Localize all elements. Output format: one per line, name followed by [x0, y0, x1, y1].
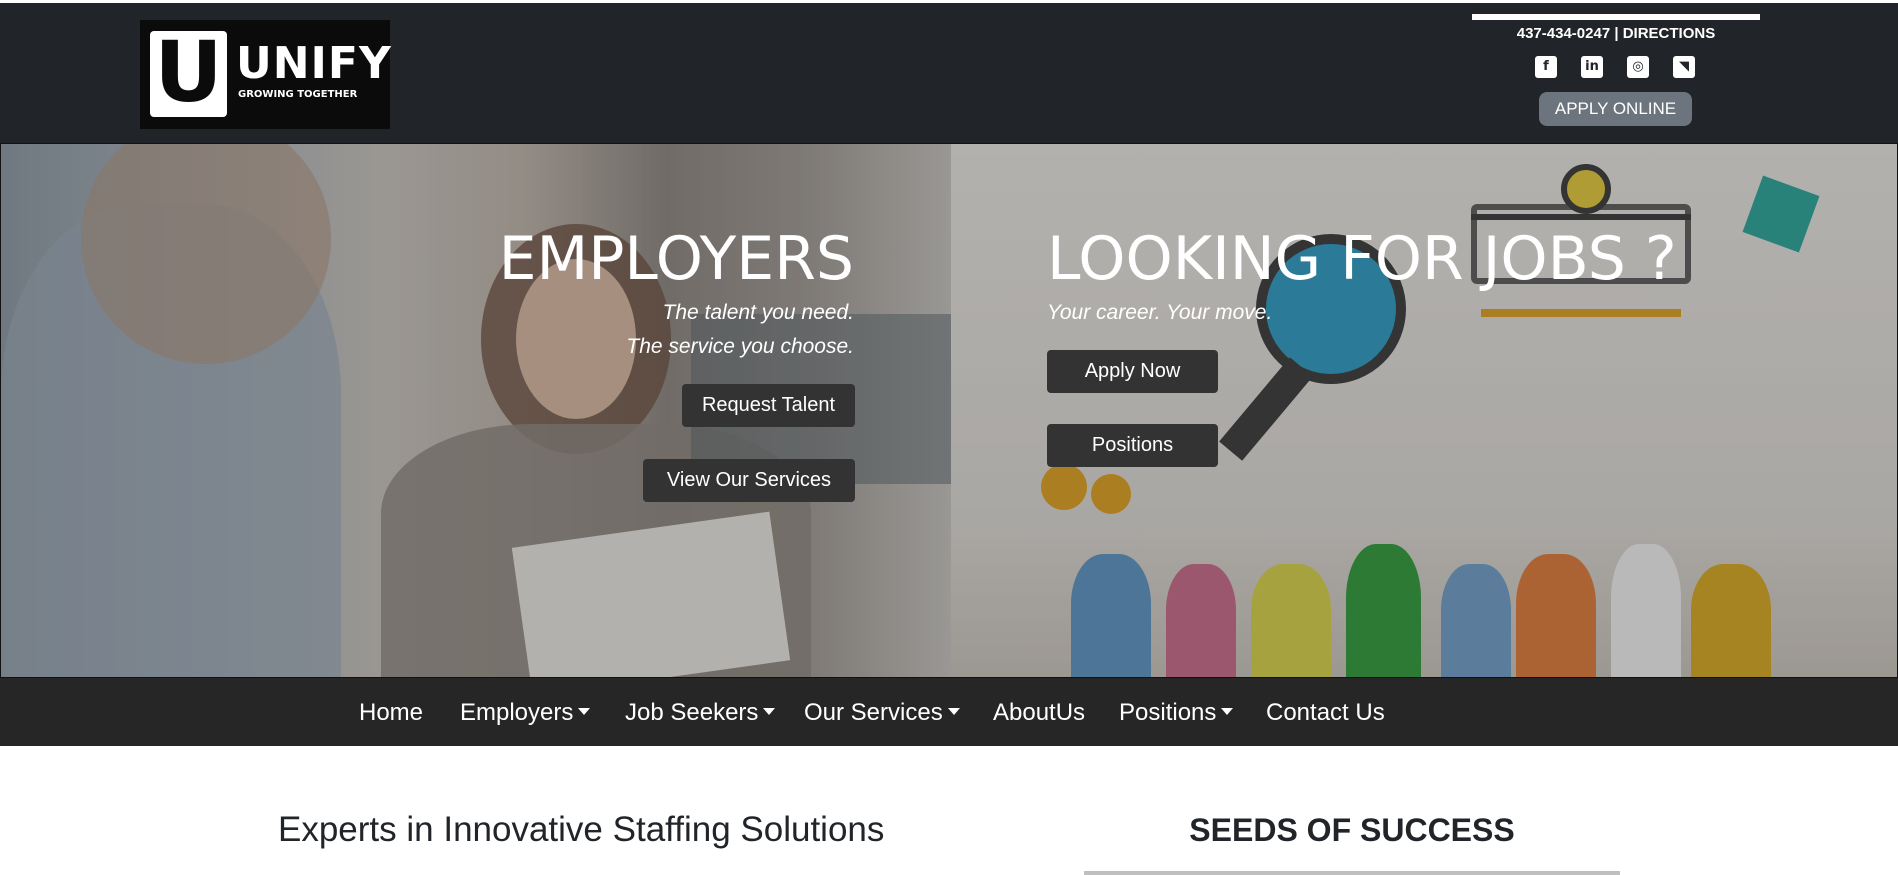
nav-our-services[interactable]: Our Services	[804, 698, 960, 728]
positions-button[interactable]: Positions	[1047, 424, 1218, 467]
phone-link[interactable]: 437-434-0247	[1517, 25, 1610, 42]
view-our-services-button[interactable]: View Our Services	[643, 459, 855, 502]
main-nav: Home Employers Job Seekers Our Services …	[0, 678, 1898, 746]
logo-tagline: GROWING TOGETHER	[238, 89, 358, 100]
jobs-tagline: Your career. Your move.	[1047, 301, 1273, 324]
nav-home-label: Home	[359, 699, 424, 726]
seeds-of-success-heading: SEEDS OF SUCCESS	[1189, 812, 1515, 848]
logo-mark: U	[150, 27, 227, 117]
nav-positions[interactable]: Positions	[1119, 698, 1234, 728]
jobs-heading: LOOKING FOR JOBS ?	[1047, 224, 1677, 294]
logo-letter: U	[154, 23, 223, 121]
rss-icon[interactable]: ◥	[1673, 56, 1695, 78]
nav-contact-us[interactable]: Contact Us	[1266, 698, 1385, 728]
chevron-down-icon	[578, 708, 591, 716]
nav-positions-label: Positions	[1119, 699, 1217, 726]
nav-about-us-label: AboutUs	[993, 699, 1086, 726]
nav-home[interactable]: Home	[359, 698, 423, 728]
facebook-icon[interactable]: f	[1535, 56, 1557, 78]
contact-separator: |	[1614, 25, 1619, 42]
directions-link[interactable]: DIRECTIONS	[1623, 25, 1716, 42]
apply-online-button[interactable]: APPLY ONLINE	[1539, 92, 1692, 126]
nav-contact-us-label: Contact Us	[1266, 699, 1385, 726]
chevron-down-icon	[1221, 708, 1234, 716]
linkedin-icon[interactable]: in	[1581, 56, 1603, 78]
contact-block: 437-434-0247 | DIRECTIONS	[1472, 14, 1760, 43]
apply-now-button[interactable]: Apply Now	[1047, 350, 1218, 393]
nav-employers-label: Employers	[460, 699, 574, 726]
nav-our-services-label: Our Services	[804, 699, 943, 726]
experts-heading: Experts in Innovative Staffing Solutions	[278, 810, 885, 849]
social-links: f in ◎ ◥	[1535, 56, 1695, 78]
employers-tagline-line-2: The service you choose.	[626, 335, 854, 358]
nav-job-seekers[interactable]: Job Seekers	[625, 698, 776, 728]
hero-banner: EMPLOYERS The talent you need. The servi…	[0, 143, 1898, 678]
nav-job-seekers-label: Job Seekers	[625, 699, 759, 726]
employers-heading: EMPLOYERS	[498, 224, 854, 294]
employers-tagline-line-1: The talent you need.	[662, 301, 854, 324]
site-header: U UNIFY GROWING TOGETHER 437-434-0247 | …	[0, 0, 1898, 143]
nav-employers[interactable]: Employers	[460, 698, 591, 728]
contact-info: 437-434-0247 | DIRECTIONS	[1472, 25, 1760, 43]
unify-logo[interactable]: U UNIFY GROWING TOGETHER	[140, 20, 392, 129]
employers-tagline: The talent you need. The service you cho…	[421, 296, 854, 364]
chevron-down-icon	[763, 708, 776, 716]
seeds-divider	[1084, 871, 1620, 875]
instagram-icon[interactable]: ◎	[1627, 56, 1649, 78]
chevron-down-icon	[947, 708, 960, 716]
logo-wordmark: UNIFY	[236, 38, 392, 89]
contact-divider	[1472, 14, 1760, 20]
nav-about-us[interactable]: AboutUs	[993, 698, 1085, 728]
request-talent-button[interactable]: Request Talent	[682, 384, 855, 427]
